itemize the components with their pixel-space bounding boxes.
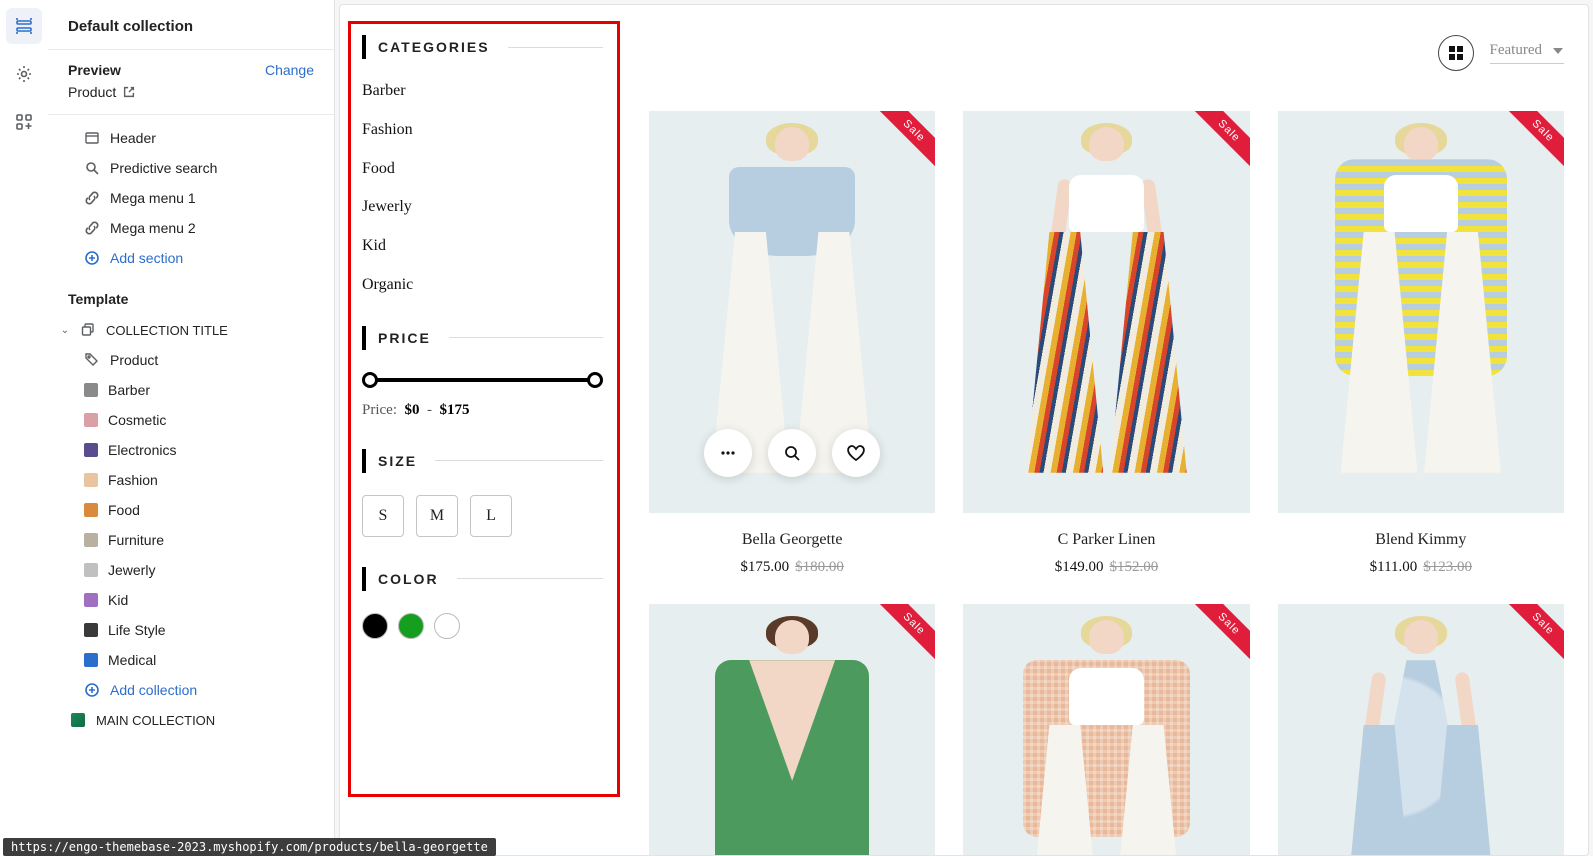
product-image[interactable]: Sale — [963, 604, 1249, 856]
category-color-icon — [84, 413, 98, 427]
change-link[interactable]: Change — [265, 62, 314, 78]
filter-category-fashion[interactable]: Fashion — [362, 120, 603, 141]
tree-category-fashion[interactable]: Fashion — [48, 465, 334, 495]
price-handle-max[interactable] — [587, 372, 603, 388]
category-color-icon — [84, 503, 98, 517]
chevron-down-icon — [1552, 46, 1564, 56]
product-card[interactable]: Sale — [963, 604, 1249, 856]
product-price: $149.00$152.00 — [963, 559, 1249, 576]
product-card[interactable]: Sale Bella Georgette $175.00$180.00 — [649, 111, 935, 576]
filter-heading-price: PRICE — [378, 330, 449, 346]
category-color-icon — [84, 653, 98, 667]
plus-circle-icon — [84, 682, 100, 698]
storefront-filters: CATEGORIES Barber Fashion Food Jewerly Kid Or… — [340, 5, 625, 855]
heart-icon[interactable] — [832, 429, 880, 477]
product-card[interactable]: Sale Blend Kimmy $111.00$123.00 — [1278, 111, 1564, 576]
filter-category-jewerly[interactable]: Jewerly — [362, 197, 603, 218]
category-color-icon — [84, 533, 98, 547]
category-color-icon — [84, 443, 98, 457]
link-icon — [84, 220, 100, 236]
price-max: $175 — [440, 402, 470, 418]
tree-category-barber[interactable]: Barber — [48, 375, 334, 405]
add-section[interactable]: Add section — [48, 243, 334, 273]
filter-heading-color: COLOR — [378, 571, 457, 587]
stack-icon — [80, 322, 96, 338]
category-color-icon — [84, 593, 98, 607]
apps-icon[interactable] — [6, 104, 42, 140]
color-swatch[interactable] — [362, 613, 388, 639]
tree-category-kid[interactable]: Kid — [48, 585, 334, 615]
filter-category-food[interactable]: Food — [362, 159, 603, 180]
filter-category-barber[interactable]: Barber — [362, 81, 603, 102]
product-image[interactable]: Sale — [649, 604, 935, 856]
search-icon — [84, 160, 100, 176]
product-card[interactable]: Sale C Parker Linen $149.00$152.00 — [963, 111, 1249, 576]
filter-category-organic[interactable]: Organic — [362, 275, 603, 296]
tree-item-mega-menu-2[interactable]: Mega menu 2 — [48, 213, 334, 243]
product-name: Bella Georgette — [649, 531, 935, 549]
add-collection[interactable]: Add collection — [48, 675, 334, 705]
product-card[interactable]: Sale — [1278, 604, 1564, 856]
tree-item-mega-menu-1[interactable]: Mega menu 1 — [48, 183, 334, 213]
category-color-icon — [84, 623, 98, 637]
product-item[interactable]: Product — [48, 345, 334, 375]
chevron-down-icon: ⌄ — [60, 325, 70, 336]
collection-icon — [70, 712, 86, 728]
price-handle-min[interactable] — [362, 372, 378, 388]
product-image[interactable]: Sale — [1278, 604, 1564, 856]
tree-item-predictive-search[interactable]: Predictive search — [48, 153, 334, 183]
status-url: https://engo-themebase-2023.myshopify.co… — [3, 838, 496, 856]
icon-rail — [0, 0, 48, 856]
collection-title-item[interactable]: ⌄ COLLECTION TITLE — [48, 315, 334, 345]
tree-category-jewerly[interactable]: Jewerly — [48, 555, 334, 585]
category-color-icon — [84, 383, 98, 397]
search-icon[interactable] — [768, 429, 816, 477]
tree-item-header[interactable]: Header — [48, 123, 334, 153]
settings-icon[interactable] — [6, 56, 42, 92]
filter-heading-categories: CATEGORIES — [378, 39, 508, 55]
sort-dropdown[interactable]: Featured — [1490, 42, 1564, 64]
category-color-icon — [84, 563, 98, 577]
tree-category-cosmetic[interactable]: Cosmetic — [48, 405, 334, 435]
preview-label: Preview — [68, 62, 121, 78]
template-label: Template — [48, 273, 334, 315]
tree-category-medical[interactable]: Medical — [48, 645, 334, 675]
product-card[interactable]: Sale — [649, 604, 935, 856]
product-image[interactable]: Sale — [649, 111, 935, 513]
size-option-s[interactable]: S — [362, 495, 404, 537]
filter-heading-size: SIZE — [378, 453, 435, 469]
tree-category-electronics[interactable]: Electronics — [48, 435, 334, 465]
price-slider[interactable] — [362, 372, 603, 388]
product-name: Blend Kimmy — [1278, 531, 1564, 549]
category-color-icon — [84, 473, 98, 487]
sections-icon[interactable] — [6, 8, 42, 44]
plus-circle-icon — [84, 250, 100, 266]
header-icon — [84, 130, 100, 146]
main-collection-item[interactable]: MAIN COLLECTION — [48, 705, 334, 735]
product-name: C Parker Linen — [963, 531, 1249, 549]
color-swatch[interactable] — [434, 613, 460, 639]
tag-icon — [84, 352, 100, 368]
size-option-m[interactable]: M — [416, 495, 458, 537]
product-price: $175.00$180.00 — [649, 559, 935, 576]
size-option-l[interactable]: L — [470, 495, 512, 537]
section-tree[interactable]: HeaderPredictive searchMega menu 1Mega m… — [48, 115, 334, 856]
link-icon — [84, 190, 100, 206]
filter-category-kid[interactable]: Kid — [362, 236, 603, 257]
color-swatch[interactable] — [398, 613, 424, 639]
more-icon[interactable] — [704, 429, 752, 477]
grid-view-button[interactable] — [1438, 35, 1474, 71]
tree-category-furniture[interactable]: Furniture — [48, 525, 334, 555]
preview-target[interactable]: Product — [68, 84, 136, 100]
tree-category-food[interactable]: Food — [48, 495, 334, 525]
product-image[interactable]: Sale — [1278, 111, 1564, 513]
page-title: Default collection — [68, 18, 314, 35]
external-link-icon — [122, 85, 136, 99]
tree-category-life-style[interactable]: Life Style — [48, 615, 334, 645]
product-image[interactable]: Sale — [963, 111, 1249, 513]
sidebar: Default collection Preview Change Produc… — [48, 0, 335, 856]
product-price: $111.00$123.00 — [1278, 559, 1564, 576]
price-min: $0 — [405, 402, 420, 418]
